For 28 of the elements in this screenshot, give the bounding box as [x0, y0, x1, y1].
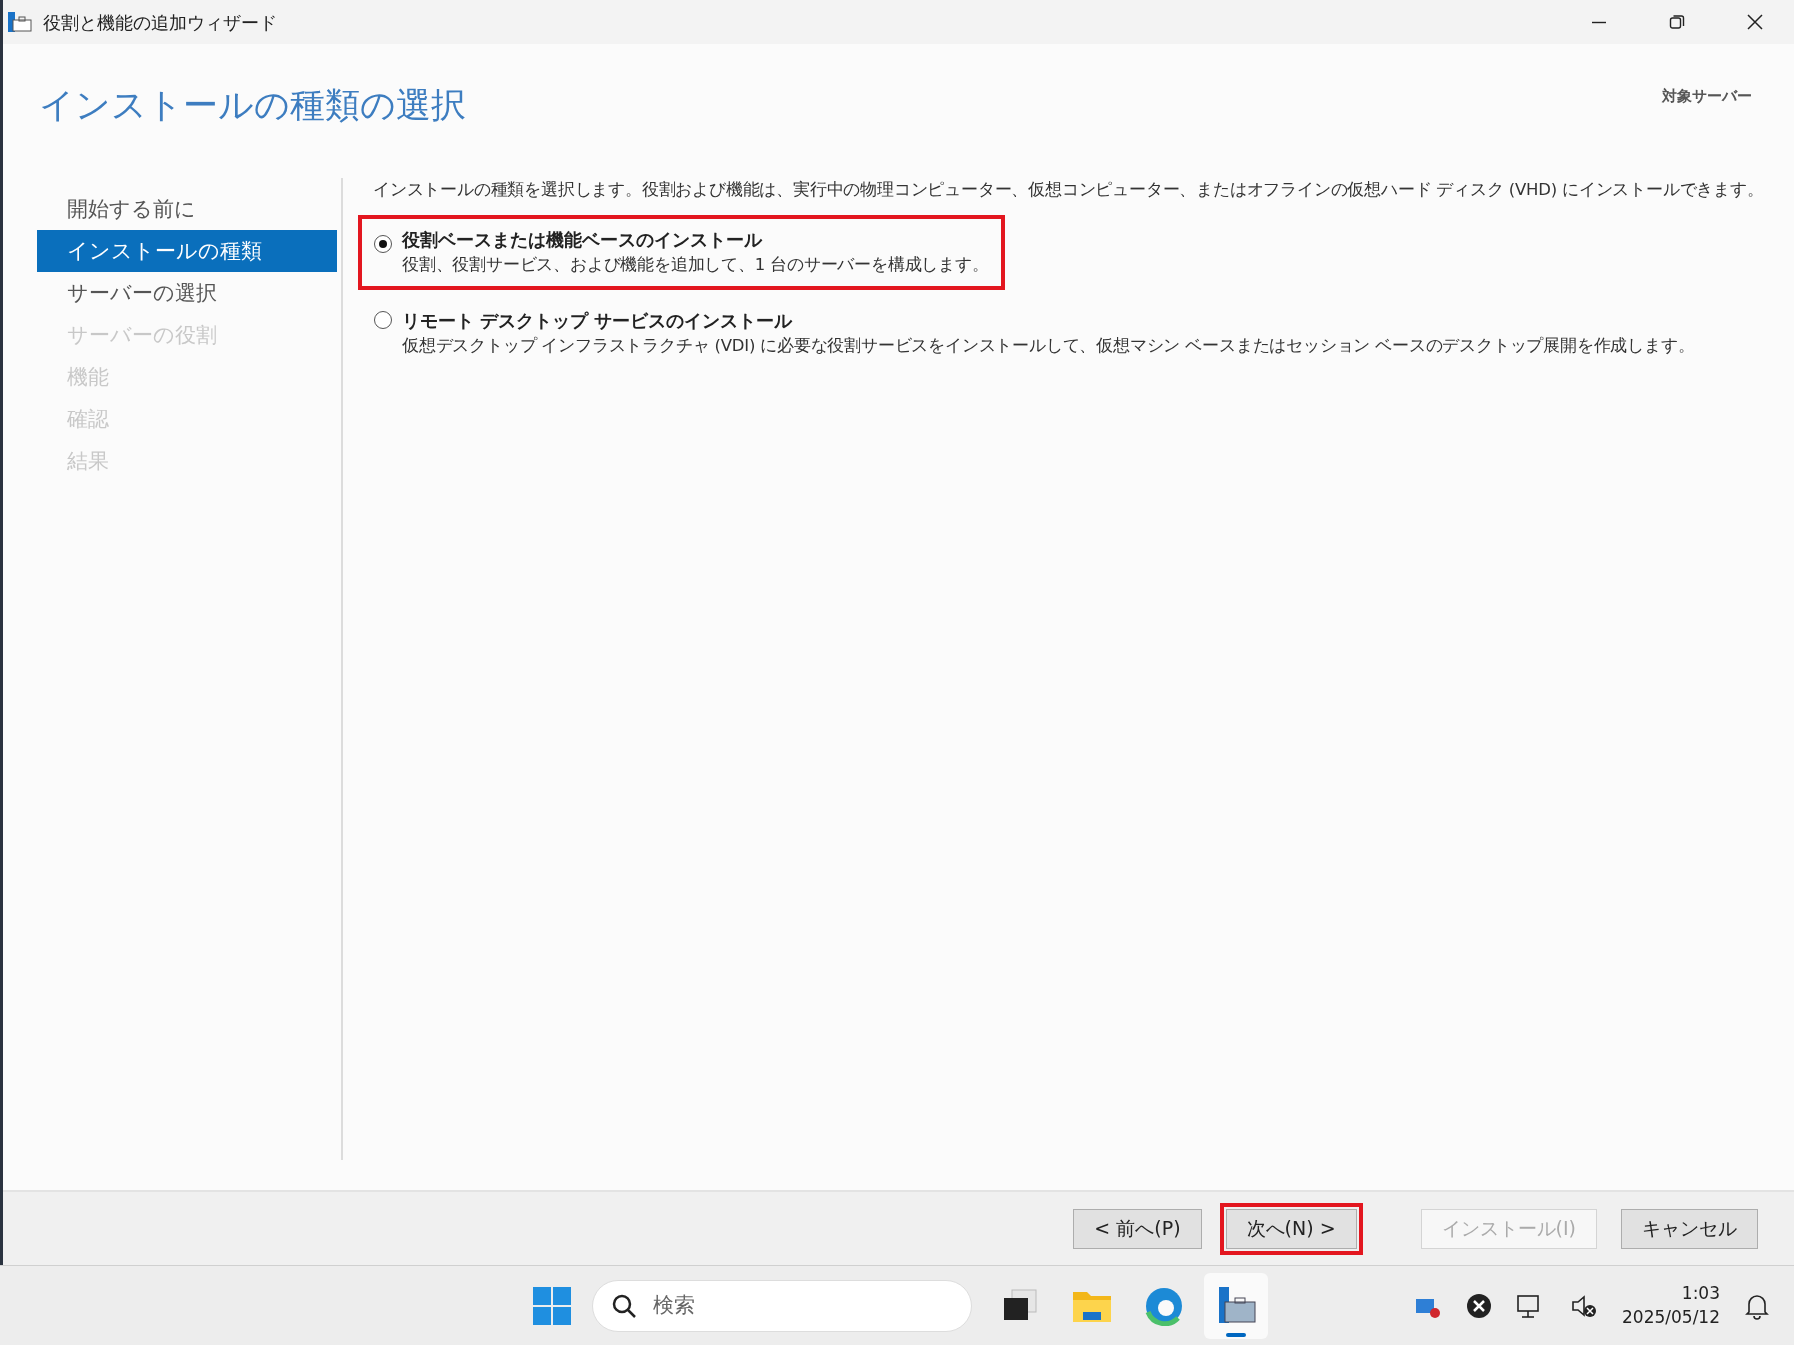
- minimize-icon: [1591, 20, 1607, 24]
- search-box[interactable]: 検索: [592, 1279, 972, 1332]
- clock-time[interactable]: 1:03: [1622, 1281, 1720, 1306]
- radio-button[interactable]: [374, 234, 392, 253]
- restore-icon: [1669, 14, 1685, 30]
- search-icon: [611, 1292, 637, 1319]
- windows-logo-icon: [532, 1285, 572, 1326]
- wizard-button[interactable]: 次へ(N) >: [1225, 1208, 1357, 1249]
- search-field[interactable]: 検索: [653, 1289, 953, 1322]
- option-description: 仮想デスクトップ インフラストラクチャ (VDI) に必要な役割サービスをインストールして、仮想マシン ベースまたはセッション ベースのデスクトップ展開を作成します。: [402, 335, 1695, 357]
- error-icon: [1466, 1292, 1492, 1319]
- wizard-step[interactable]: サーバーの選択: [37, 272, 337, 314]
- target-server-label: 対象サーバー: [1662, 87, 1752, 105]
- description-text: インストールの種類を選択します。役割および機能は、実行中の物理コンピューター、仮想コンピューター、またはオフラインの仮想ハード ディスク (VHD) にインストールできます。: [373, 179, 1765, 201]
- clock-date[interactable]: 2025/05/12: [1622, 1305, 1720, 1330]
- close-icon: [1746, 13, 1764, 31]
- option-description: 役割、役割サービス、および機能を追加して、1 台のサーバーを構成します。: [402, 254, 989, 276]
- wizard-step[interactable]: 開始する前に: [37, 188, 337, 230]
- wizard-step[interactable]: インストールの種類: [37, 230, 337, 272]
- app-icon: [7, 10, 33, 34]
- option-title: リモート デスクトップ サービスのインストール: [402, 310, 793, 331]
- server-toolbox-icon[interactable]: [1204, 1272, 1268, 1339]
- wizard-button[interactable]: < 前へ(P): [1073, 1208, 1202, 1249]
- option-title: 役割ベースまたは機能ベースのインストール: [402, 229, 762, 250]
- window-title: 役割と機能の追加ウィザード: [43, 10, 277, 35]
- radio-button[interactable]: [374, 310, 392, 329]
- page-title: インストールの種類の選択: [39, 84, 466, 127]
- wizard-button[interactable]: キャンセル: [1621, 1208, 1758, 1249]
